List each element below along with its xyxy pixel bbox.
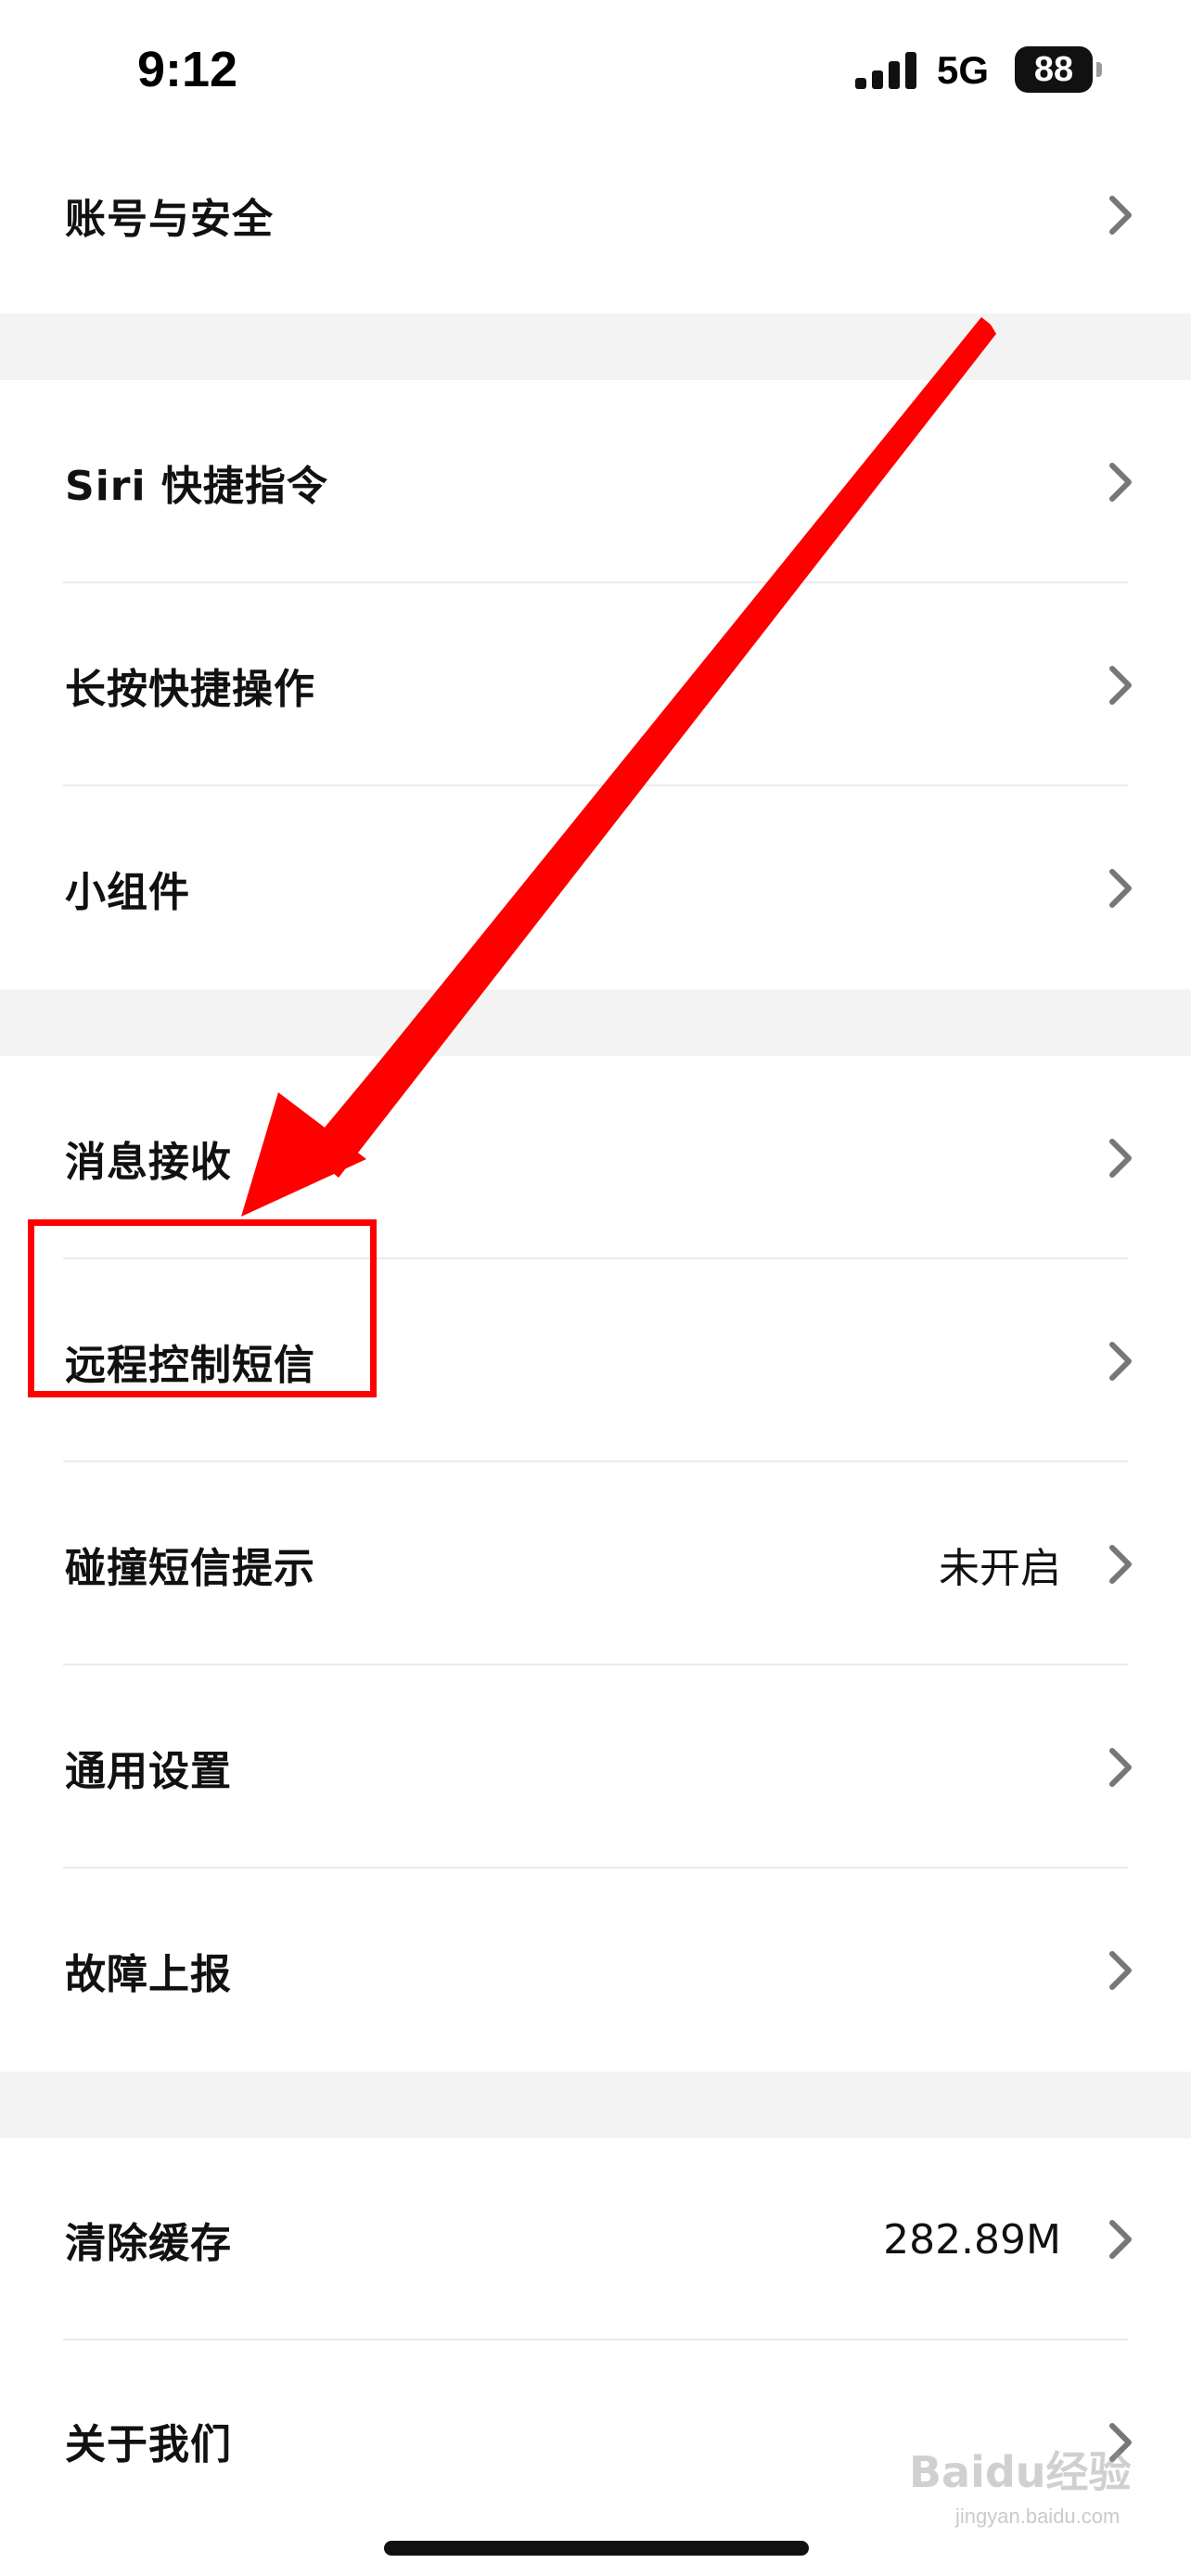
settings-row-account-security[interactable]: 账号与安全 bbox=[0, 116, 1191, 313]
chevron-right-icon bbox=[1109, 1341, 1132, 1381]
settings-row-general[interactable]: 通用设置 bbox=[0, 1665, 1191, 1868]
row-label: 账号与安全 bbox=[65, 195, 274, 243]
settings-group-shortcuts: Siri 快捷指令 长按快捷操作 小组件 bbox=[0, 380, 1191, 989]
battery-tip bbox=[1096, 62, 1102, 77]
settings-row-fault-report[interactable]: 故障上报 bbox=[0, 1868, 1191, 2072]
network-type: 5G bbox=[937, 48, 990, 92]
signal-strength-icon bbox=[855, 52, 916, 89]
settings-row-remote-control-sms[interactable]: 远程控制短信 bbox=[0, 1259, 1191, 1462]
settings-group-account: 账号与安全 bbox=[0, 116, 1191, 313]
chevron-right-icon bbox=[1109, 1544, 1132, 1584]
row-label: 远程控制短信 bbox=[65, 1341, 315, 1389]
settings-row-widgets[interactable]: 小组件 bbox=[0, 786, 1191, 989]
row-label: 通用设置 bbox=[65, 1747, 232, 1795]
chevron-right-icon bbox=[1109, 1138, 1132, 1178]
settings-row-clear-cache[interactable]: 清除缓存 282.89M bbox=[0, 2138, 1191, 2340]
group-gap bbox=[0, 989, 1191, 1056]
chevron-right-icon bbox=[1109, 868, 1132, 908]
settings-group-messages: 消息接收 远程控制短信 碰撞短信提示 未开启 通用设置 故障上报 bbox=[0, 1056, 1191, 2072]
chevron-right-icon bbox=[1109, 462, 1132, 502]
settings-row-long-press[interactable]: 长按快捷操作 bbox=[0, 583, 1191, 786]
settings-row-siri-shortcuts[interactable]: Siri 快捷指令 bbox=[0, 380, 1191, 583]
row-label: 关于我们 bbox=[65, 2421, 232, 2468]
row-value: 282.89M bbox=[883, 2215, 1061, 2264]
row-label: 碰撞短信提示 bbox=[65, 1544, 315, 1592]
battery-level: 88 bbox=[1033, 50, 1074, 89]
settings-row-collision-sms[interactable]: 碰撞短信提示 未开启 bbox=[0, 1462, 1191, 1665]
group-gap bbox=[0, 2072, 1191, 2138]
settings-list: 账号与安全 Siri 快捷指令 长按快捷操作 小组件 消息接收 远程控制短信 碰… bbox=[0, 116, 1191, 2544]
row-label: 消息接收 bbox=[65, 1138, 232, 1186]
row-label: 故障上报 bbox=[65, 1950, 232, 1998]
settings-screen: 9:12 5G 88 设置 账号与安全 bbox=[0, 0, 1191, 2576]
chevron-right-icon bbox=[1109, 195, 1132, 235]
row-value: 未开启 bbox=[939, 1544, 1061, 1592]
watermark: Baidu经验 bbox=[909, 2447, 1132, 2497]
row-label: 清除缓存 bbox=[65, 2220, 232, 2267]
home-indicator[interactable] bbox=[384, 2541, 809, 2556]
chevron-right-icon bbox=[1109, 2220, 1132, 2259]
watermark-url: jingyan.baidu.com bbox=[955, 2505, 1121, 2528]
chevron-right-icon bbox=[1109, 1747, 1132, 1787]
row-label: 长按快捷操作 bbox=[65, 665, 315, 713]
group-gap bbox=[0, 313, 1191, 380]
settings-row-message-receive[interactable]: 消息接收 bbox=[0, 1056, 1191, 1259]
row-label: Siri 快捷指令 bbox=[65, 462, 328, 510]
row-label: 小组件 bbox=[65, 868, 190, 916]
battery-icon: 88 bbox=[1015, 46, 1102, 93]
chevron-right-icon bbox=[1109, 665, 1132, 705]
chevron-right-icon bbox=[1109, 1950, 1132, 1990]
status-time: 9:12 bbox=[137, 42, 238, 97]
